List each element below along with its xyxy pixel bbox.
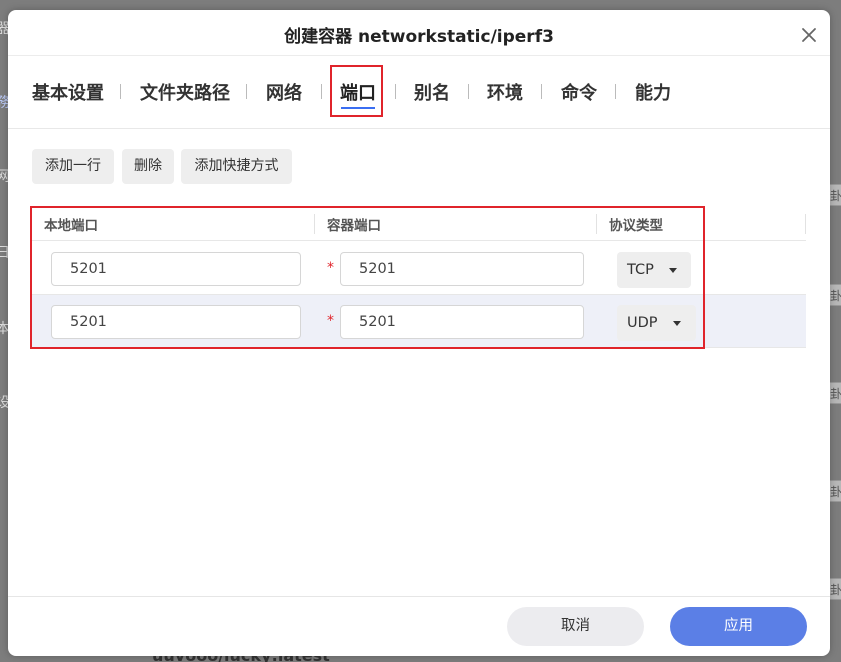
column-divider [805, 214, 806, 234]
table-row: 5201 * 5201 UDP [32, 295, 806, 348]
chevron-down-icon [669, 268, 677, 273]
tab-basic-settings[interactable]: 基本设置 [32, 79, 104, 105]
local-port-input[interactable]: 5201 [51, 252, 301, 286]
column-container-port: 容器端口 [327, 218, 381, 234]
column-divider [596, 214, 597, 234]
protocol-value: TCP [627, 262, 654, 278]
protocol-select[interactable]: UDP [617, 305, 696, 341]
container-port-input[interactable]: 5201 [340, 252, 584, 286]
chevron-down-icon [673, 321, 681, 326]
delete-button[interactable]: 删除 [122, 149, 174, 184]
tab-capability[interactable]: 能力 [635, 79, 671, 105]
tab-divider [120, 84, 121, 99]
tab-alias[interactable]: 别名 [414, 79, 450, 105]
tab-divider [541, 84, 542, 99]
bg-cell: 卦 [830, 184, 841, 206]
tab-network[interactable]: 网络 [266, 79, 302, 105]
required-mark: * [327, 260, 334, 276]
column-local-port: 本地端口 [44, 218, 98, 234]
protocol-select[interactable]: TCP [617, 252, 691, 288]
active-tab-indicator [341, 107, 375, 109]
bg-cell: 卦 [830, 480, 841, 502]
tab-divider [395, 84, 396, 99]
column-divider [314, 214, 315, 234]
column-protocol: 协议类型 [609, 218, 663, 234]
add-row-button[interactable]: 添加一行 [32, 149, 114, 184]
close-icon[interactable] [800, 26, 818, 44]
tab-environment[interactable]: 环境 [487, 79, 523, 105]
add-shortcut-button[interactable]: 添加快捷方式 [181, 149, 292, 184]
bg-cell: 卦 [830, 578, 841, 600]
dialog-footer: 取消 应用 [8, 596, 830, 656]
bg-cell: 卦 [830, 284, 841, 306]
local-port-input[interactable]: 5201 [51, 305, 301, 339]
cancel-button[interactable]: 取消 [507, 607, 644, 646]
tab-divider [321, 84, 322, 99]
container-port-input[interactable]: 5201 [340, 305, 584, 339]
dialog-title: 创建容器 networkstatic/iperf3 [284, 27, 554, 47]
port-table-header: 本地端口 容器端口 协议类型 [32, 206, 806, 241]
table-row: 5201 * 5201 TCP [32, 242, 806, 295]
tab-command[interactable]: 命令 [561, 79, 597, 105]
tab-divider [615, 84, 616, 99]
bg-cell: 卦 [830, 382, 841, 404]
protocol-value: UDP [627, 315, 658, 331]
tab-divider [246, 84, 247, 99]
apply-button[interactable]: 应用 [670, 607, 807, 646]
tab-folder-path[interactable]: 文件夹路径 [140, 79, 230, 105]
required-mark: * [327, 313, 334, 329]
create-container-dialog: 创建容器 networkstatic/iperf3 基本设置 文件夹路径 网络 … [8, 10, 830, 656]
tab-port[interactable]: 端口 [340, 79, 376, 105]
dialog-header: 创建容器 networkstatic/iperf3 [8, 10, 830, 56]
tab-divider [468, 84, 469, 99]
tab-bar: 基本设置 文件夹路径 网络 端口 别名 环境 命令 能力 [8, 57, 830, 129]
